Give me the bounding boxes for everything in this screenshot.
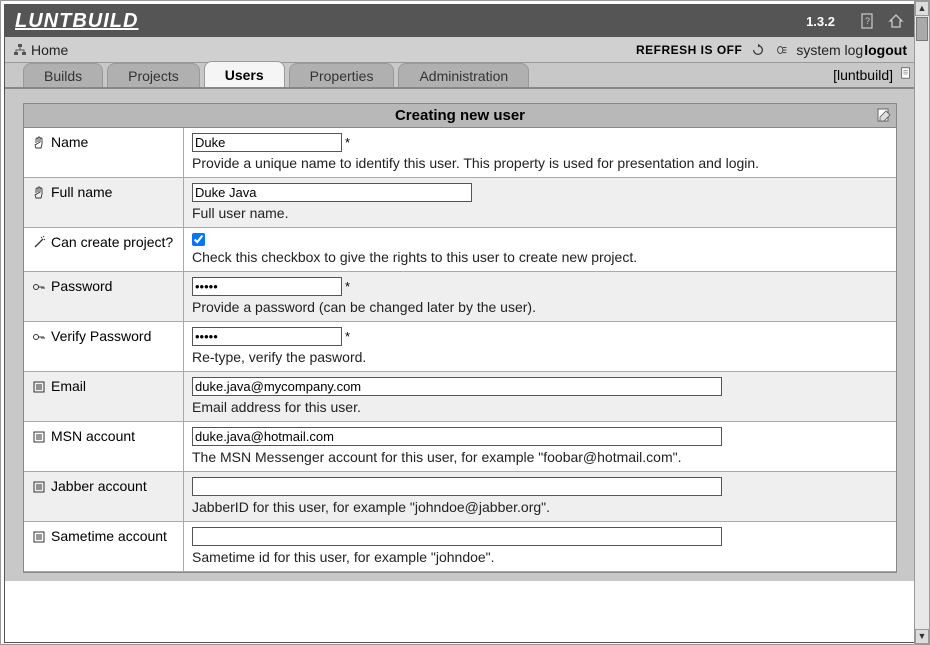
sametime-desc: Sametime id for this user, for example "…: [192, 549, 888, 565]
sametime-label: Sametime account: [51, 528, 167, 544]
refresh-icon[interactable]: [750, 42, 766, 58]
email-label: Email: [51, 378, 86, 394]
password-input[interactable]: [192, 277, 342, 296]
scroll-up-arrow[interactable]: ▲: [915, 1, 929, 16]
logout-link[interactable]: logout: [864, 42, 907, 58]
verify-password-label: Verify Password: [51, 328, 151, 344]
refresh-status: REFRESH IS OFF: [636, 43, 742, 57]
scroll-thumb[interactable]: [916, 17, 928, 41]
app-version: 1.3.2: [806, 14, 835, 29]
email-desc: Email address for this user.: [192, 399, 888, 415]
sametime-input[interactable]: [192, 527, 722, 546]
name-input[interactable]: [192, 133, 342, 152]
jabber-label: Jabber account: [51, 478, 147, 494]
row-sametime: Sametime account Sametime id for this us…: [24, 522, 896, 572]
home-icon[interactable]: [887, 12, 905, 30]
can-create-label: Can create project?: [51, 234, 173, 250]
sitemap-icon: [13, 43, 27, 57]
required-mark: *: [345, 279, 350, 294]
password-label: Password: [51, 278, 112, 294]
tab-properties[interactable]: Properties: [289, 63, 395, 87]
tab-bar: Builds Projects Users Properties Adminis…: [5, 63, 915, 89]
current-user-label: [luntbuild]: [833, 67, 893, 83]
jabber-input[interactable]: [192, 477, 722, 496]
required-mark: *: [345, 329, 350, 344]
tab-builds[interactable]: Builds: [23, 63, 103, 87]
row-msn: MSN account The MSN Messenger account fo…: [24, 422, 896, 472]
hand-icon: [32, 136, 46, 150]
row-name: Name * Provide a unique name to identify…: [24, 128, 896, 178]
content-area: Creating new user Name *: [5, 89, 915, 581]
scroll-down-arrow[interactable]: ▼: [915, 629, 929, 644]
wand-icon: [32, 236, 46, 250]
name-desc: Provide a unique name to identify this u…: [192, 155, 888, 171]
tab-users[interactable]: Users: [204, 61, 285, 87]
can-create-checkbox[interactable]: [192, 233, 205, 246]
list-icon: [32, 480, 46, 494]
panel-title: Creating new user: [395, 107, 525, 124]
breadcrumb-bar: Home REFRESH IS OFF system log logout: [5, 37, 915, 63]
tab-projects[interactable]: Projects: [107, 63, 200, 87]
required-mark: *: [345, 135, 350, 150]
user-form-panel: Creating new user Name *: [23, 103, 897, 573]
row-can-create: Can create project? Check this checkbox …: [24, 228, 896, 272]
list-icon: [32, 430, 46, 444]
key-icon: [32, 280, 46, 294]
key-icon: [32, 330, 46, 344]
panel-header: Creating new user: [24, 104, 896, 128]
tab-administration[interactable]: Administration: [398, 63, 529, 87]
edit-icon[interactable]: [876, 107, 892, 123]
log-icon[interactable]: [774, 42, 790, 58]
help-icon[interactable]: ?: [859, 12, 877, 30]
fullname-desc: Full user name.: [192, 205, 888, 221]
row-verify-password: Verify Password * Re-type, verify the pa…: [24, 322, 896, 372]
msn-desc: The MSN Messenger account for this user,…: [192, 449, 888, 465]
app-header: LUNTBUILD 1.3.2 ?: [5, 5, 915, 37]
verify-password-input[interactable]: [192, 327, 342, 346]
content-scroll-area[interactable]: LUNTBUILD 1.3.2 ? Home REFRESH IS OFF sy…: [4, 4, 916, 643]
row-password: Password * Provide a password (can be ch…: [24, 272, 896, 322]
email-input[interactable]: [192, 377, 722, 396]
new-page-icon[interactable]: [899, 66, 915, 82]
password-desc: Provide a password (can be changed later…: [192, 299, 888, 315]
fullname-input[interactable]: [192, 183, 472, 202]
app-logo: LUNTBUILD: [15, 10, 806, 33]
can-create-desc: Check this checkbox to give the rights t…: [192, 249, 888, 265]
row-email: Email Email address for this user.: [24, 372, 896, 422]
fullname-label: Full name: [51, 184, 112, 200]
row-jabber: Jabber account JabberID for this user, f…: [24, 472, 896, 522]
hand-icon: [32, 186, 46, 200]
outer-scrollbar[interactable]: ▲ ▼: [914, 1, 929, 644]
row-fullname: Full name Full user name.: [24, 178, 896, 228]
jabber-desc: JabberID for this user, for example "joh…: [192, 499, 888, 515]
msn-input[interactable]: [192, 427, 722, 446]
name-label: Name: [51, 134, 88, 150]
list-icon: [32, 530, 46, 544]
svg-text:?: ?: [865, 16, 870, 26]
msn-label: MSN account: [51, 428, 135, 444]
system-log-link[interactable]: system log: [796, 42, 863, 58]
verify-password-desc: Re-type, verify the pasword.: [192, 349, 888, 365]
list-icon: [32, 380, 46, 394]
home-link[interactable]: Home: [31, 42, 68, 58]
